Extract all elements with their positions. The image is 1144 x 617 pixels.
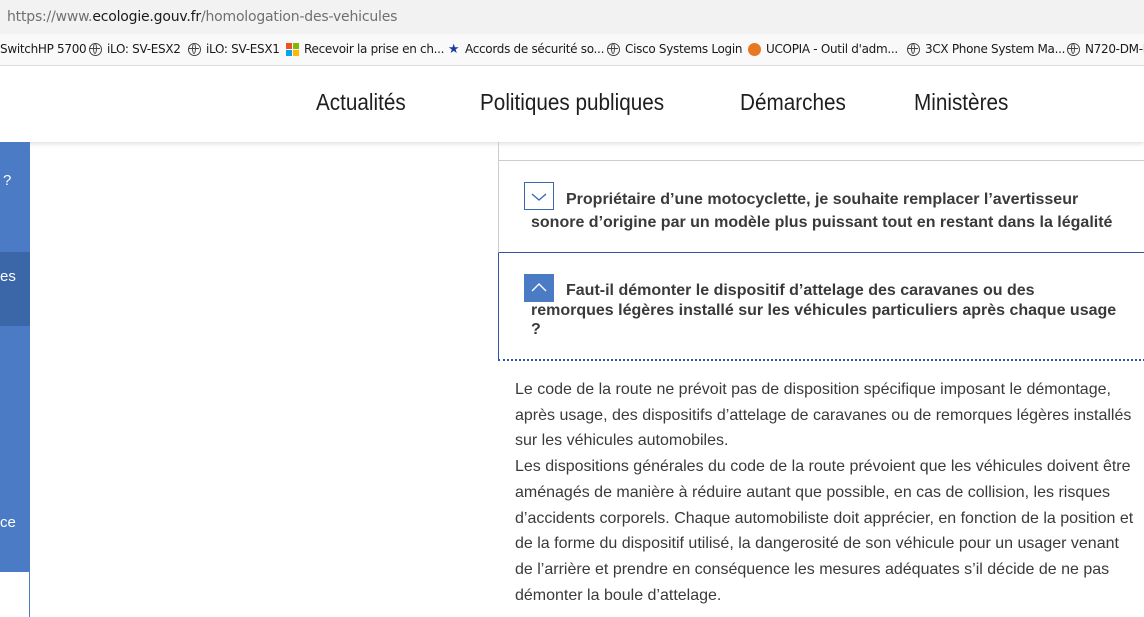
accordion-item-expanded[interactable]: Faut-il démonter le dispositif d’attelag… [498, 253, 1144, 361]
accordion-question[interactable]: Faut-il démonter le dispositif d’attelag… [531, 281, 1121, 340]
side-menu-item-3[interactable]: ce [0, 514, 16, 531]
globe-icon [907, 42, 920, 56]
nav-ministeres[interactable]: Ministères [914, 89, 1008, 116]
bookmark-3cx[interactable]: 3CX Phone System Ma... [907, 42, 1065, 56]
ucopia-icon [748, 42, 761, 56]
bookmark-label: iLO: SV-ESX2 [107, 42, 181, 56]
answer-paragraph: Le code de la route ne prévoit pas de di… [515, 381, 1132, 450]
bookmark-ucopia[interactable]: UCOPIA - Outil d'adm... [748, 42, 898, 56]
bookmark-n720[interactable]: N720-DM-I [1067, 42, 1144, 56]
bookmark-label: iLO: SV-ESX1 [206, 42, 280, 56]
accordion-item[interactable]: Propriétaire d’une motocyclette, je souh… [498, 160, 1144, 253]
side-menu-border [29, 572, 30, 617]
nav-actualites[interactable]: Actualités [316, 89, 406, 116]
side-menu [0, 142, 30, 572]
url-path: /homologation-des-vehicules [200, 9, 398, 25]
bookmark-switchhp[interactable]: SwitchHP 5700 [0, 42, 87, 56]
bookmark-label: Recevoir la prise en ch... [304, 42, 445, 56]
accordion-previous-item [498, 142, 1144, 161]
side-menu-item-selected[interactable] [0, 252, 30, 326]
bookmark-cisco[interactable]: Cisco Systems Login [607, 42, 743, 56]
bookmark-recevoir[interactable]: Recevoir la prise en ch... [286, 42, 444, 56]
microsoft-icon [286, 42, 299, 56]
bookmark-ilo-esx2[interactable]: iLO: SV-ESX2 [89, 42, 181, 56]
globe-icon [89, 42, 102, 56]
bookmark-label: Cisco Systems Login [625, 42, 743, 56]
accordion-answer: Le code de la route ne prévoit pas de di… [515, 377, 1140, 608]
bookmark-label: SwitchHP 5700 [0, 42, 87, 56]
url-text[interactable]: https://www.ecologie.gouv.fr/homologatio… [7, 9, 397, 25]
bookmarks-bar: SwitchHP 5700 iLO: SV-ESX2 iLO: SV-ESX1 … [0, 34, 1144, 66]
side-menu-item-1[interactable]: ? [3, 172, 11, 189]
url-prefix: https://www. [7, 9, 93, 25]
address-bar[interactable]: https://www.ecologie.gouv.fr/homologatio… [0, 0, 1144, 34]
bookmark-label: 3CX Phone System Ma... [925, 42, 1066, 56]
globe-icon [188, 42, 201, 56]
accordion-question[interactable]: Propriétaire d’une motocyclette, je souh… [531, 189, 1121, 234]
star-icon: ★ [447, 41, 460, 57]
bookmark-label: UCOPIA - Outil d'adm... [766, 42, 898, 56]
nav-demarches[interactable]: Démarches [740, 89, 846, 116]
bookmark-ilo-esx1[interactable]: iLO: SV-ESX1 [188, 42, 280, 56]
main-navigation: Actualités Politiques publiques Démarche… [0, 66, 1144, 142]
side-menu-item-2[interactable]: es [0, 268, 16, 285]
globe-icon [1067, 42, 1080, 56]
bookmark-accords[interactable]: ★ Accords de sécurité so... [447, 41, 605, 57]
bookmark-label: N720-DM-I [1085, 42, 1144, 56]
globe-icon [607, 42, 620, 56]
url-domain: ecologie.gouv.fr [92, 9, 201, 25]
bookmark-label: Accords de sécurité so... [465, 42, 605, 56]
nav-politiques-publiques[interactable]: Politiques publiques [480, 89, 664, 116]
answer-paragraph: Les dispositions générales du code de la… [515, 458, 1134, 604]
